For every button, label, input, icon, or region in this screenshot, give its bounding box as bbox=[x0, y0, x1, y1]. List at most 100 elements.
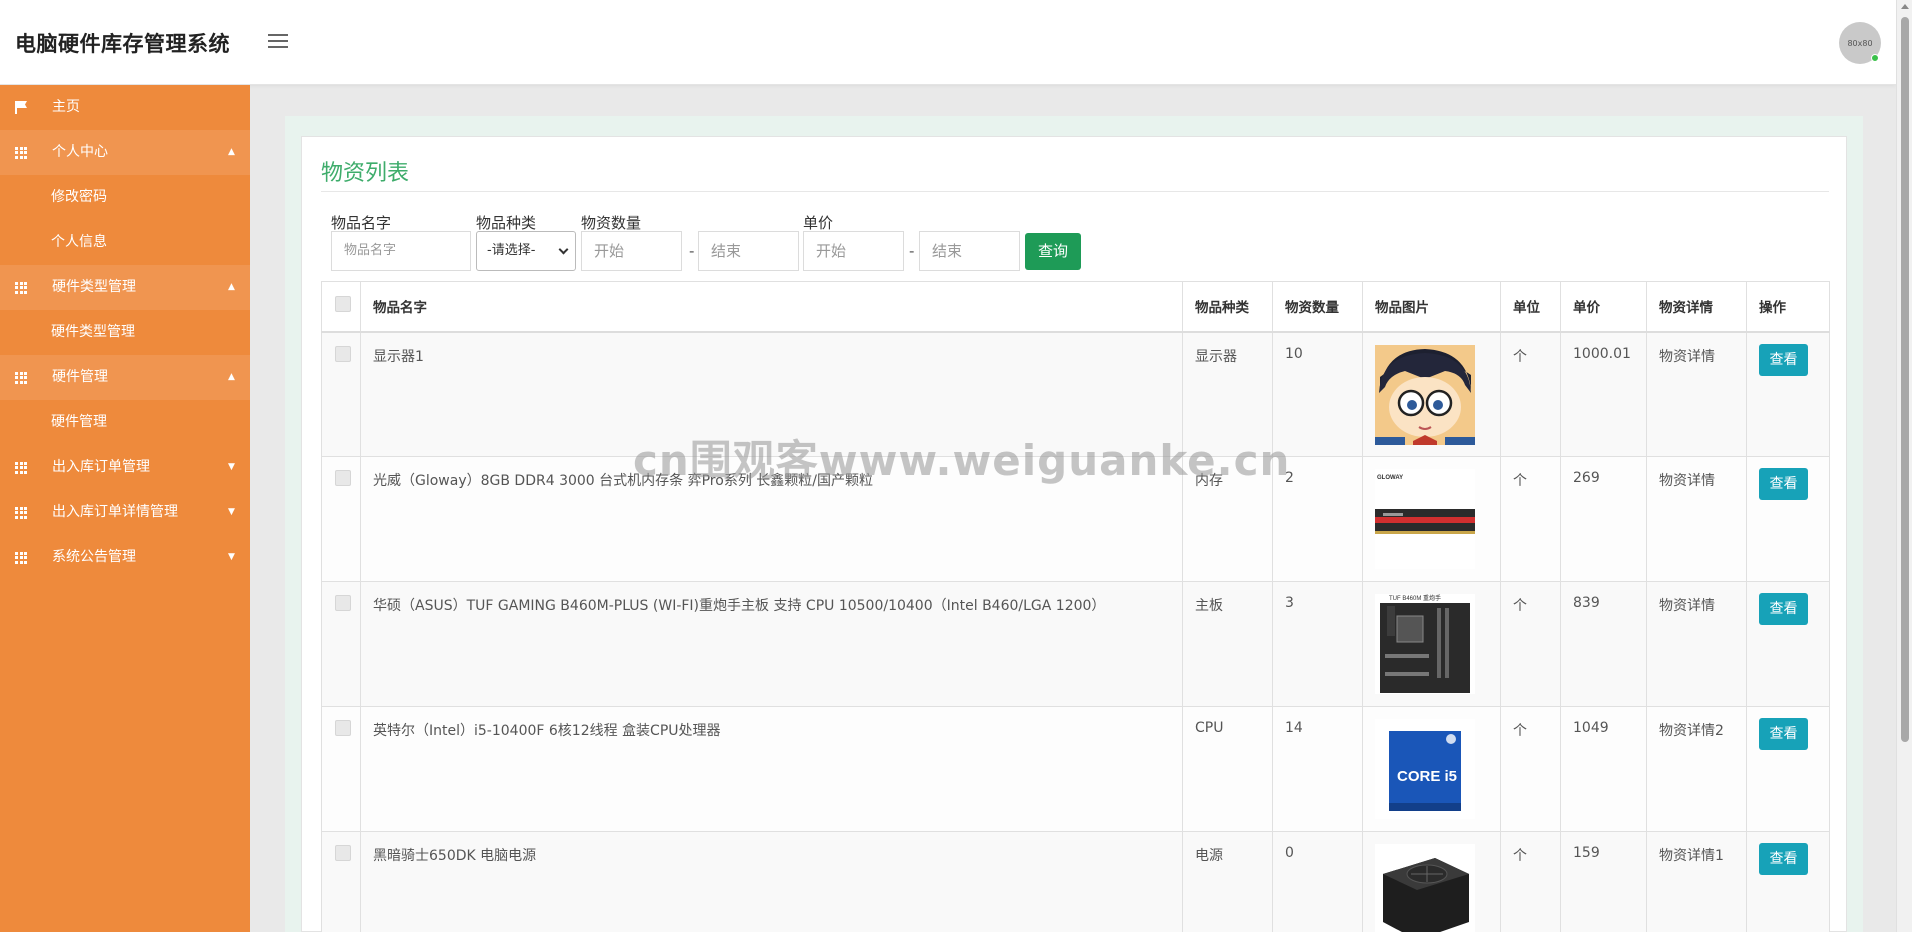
table-row: 英特尔（Intel）i5-10400F 6核12线程 盒装CPU处理器 CPU … bbox=[321, 706, 1830, 832]
table-header-row: 物品名字 物品种类 物资数量 物品图片 单位 单价 物资详情 操作 bbox=[321, 281, 1830, 333]
sidebar-item-personal-center[interactable]: 个人中心 ▲ bbox=[0, 130, 250, 175]
cell-action: 查看 bbox=[1746, 331, 1830, 457]
user-avatar[interactable]: 80x80 bbox=[1839, 22, 1881, 64]
filter-price-end-input[interactable]: 结束 bbox=[919, 231, 1020, 271]
top-header: 电脑硬件库存管理系统 80x80 bbox=[0, 0, 1896, 85]
grid-icon bbox=[15, 130, 29, 175]
product-image-ram: GLOWAY bbox=[1375, 469, 1475, 569]
caret-down-icon: ▼ bbox=[228, 507, 235, 517]
cell-image: TUF B460M 重炮手 bbox=[1362, 581, 1501, 707]
cell-image bbox=[1362, 331, 1501, 457]
cell-name: 光威（Gloway）8GB DDR4 3000 台式机内存条 弈Pro系列 长鑫… bbox=[360, 456, 1183, 582]
sidebar-item-stock-orders[interactable]: 出入库订单管理 ▼ bbox=[0, 445, 250, 490]
sidebar-item-announcements[interactable]: 系统公告管理 ▼ bbox=[0, 535, 250, 580]
view-button[interactable]: 查看 bbox=[1759, 718, 1808, 750]
cell-qty: 3 bbox=[1272, 581, 1363, 707]
menu-toggle-icon[interactable] bbox=[268, 34, 288, 50]
row-select-cell bbox=[321, 331, 361, 457]
select-all-checkbox[interactable] bbox=[335, 296, 351, 313]
cell-unit: 个 bbox=[1500, 456, 1561, 582]
cell-qty: 0 bbox=[1272, 831, 1363, 932]
page-scrollbar[interactable] bbox=[1896, 0, 1912, 932]
filter-price-start-input[interactable]: 开始 bbox=[803, 231, 904, 271]
main-content: 物资列表 物品名字 物品名字 物品种类 -请选择- 物资数量 开始 - 结束 单… bbox=[285, 116, 1863, 932]
caret-down-icon: ▼ bbox=[228, 462, 235, 472]
sidebar-item-label: 硬件管理 bbox=[52, 369, 108, 385]
filter-price-label: 单价 bbox=[803, 214, 834, 232]
sidebar-subitem-hardware-type[interactable]: 硬件类型管理 bbox=[0, 310, 250, 355]
filter-qty-start-input[interactable]: 开始 bbox=[581, 231, 682, 271]
filter-type-select[interactable]: -请选择- bbox=[476, 231, 576, 271]
sidebar-item-stock-order-details[interactable]: 出入库订单详情管理 ▼ bbox=[0, 490, 250, 535]
col-header-image: 物品图片 bbox=[1362, 281, 1501, 333]
cell-action: 查看 bbox=[1746, 706, 1830, 832]
caret-up-icon: ▲ bbox=[228, 282, 235, 292]
cell-type: 显示器 bbox=[1182, 331, 1273, 457]
cell-unit: 个 bbox=[1500, 331, 1561, 457]
cell-action: 查看 bbox=[1746, 831, 1830, 932]
row-checkbox[interactable] bbox=[335, 470, 351, 486]
caret-up-icon: ▲ bbox=[228, 147, 235, 157]
view-button[interactable]: 查看 bbox=[1759, 843, 1808, 875]
col-header-detail: 物资详情 bbox=[1646, 281, 1747, 333]
product-image-motherboard: TUF B460M 重炮手 bbox=[1375, 594, 1475, 694]
filter-name-label: 物品名字 bbox=[331, 214, 392, 232]
col-header-price: 单价 bbox=[1560, 281, 1647, 333]
sidebar-item-label: 系统公告管理 bbox=[52, 549, 136, 565]
avatar-placeholder-text: 80x80 bbox=[1847, 38, 1873, 48]
app-title: 电脑硬件库存管理系统 bbox=[15, 32, 230, 56]
materials-table: 物品名字 物品种类 物资数量 物品图片 单位 单价 物资详情 操作 显示器1 显… bbox=[321, 281, 1830, 932]
sidebar-item-label: 主页 bbox=[52, 99, 80, 115]
flag-icon bbox=[15, 85, 29, 130]
row-select-cell bbox=[321, 456, 361, 582]
view-button[interactable]: 查看 bbox=[1759, 468, 1808, 500]
row-checkbox[interactable] bbox=[335, 845, 351, 861]
query-button[interactable]: 查询 bbox=[1025, 233, 1081, 270]
filter-name-input[interactable]: 物品名字 bbox=[331, 231, 471, 271]
sidebar-item-hardware-mgmt[interactable]: 硬件管理 ▲ bbox=[0, 355, 250, 400]
cell-price: 1000.01 bbox=[1560, 331, 1647, 457]
cell-name: 黑暗骑士650DK 电脑电源 bbox=[360, 831, 1183, 932]
sidebar: 主页 个人中心 ▲ 修改密码 个人信息 硬件类型管理 ▲ 硬件类型管理 硬件管理… bbox=[0, 85, 250, 932]
cell-image bbox=[1362, 831, 1501, 932]
chevron-down-icon bbox=[558, 244, 569, 255]
page-title: 物资列表 bbox=[321, 161, 410, 186]
sidebar-subitem-hardware[interactable]: 硬件管理 bbox=[0, 400, 250, 445]
cell-name: 英特尔（Intel）i5-10400F 6核12线程 盒装CPU处理器 bbox=[360, 706, 1183, 832]
sidebar-item-hardware-type-mgmt[interactable]: 硬件类型管理 ▲ bbox=[0, 265, 250, 310]
product-image-cpu-box: CORE i5 bbox=[1375, 719, 1475, 819]
cell-action: 查看 bbox=[1746, 581, 1830, 707]
cell-detail: 物资详情 bbox=[1646, 456, 1747, 582]
sidebar-item-home[interactable]: 主页 bbox=[0, 85, 250, 130]
grid-icon bbox=[15, 490, 29, 535]
row-checkbox[interactable] bbox=[335, 595, 351, 611]
view-button[interactable]: 查看 bbox=[1759, 343, 1808, 376]
cell-price: 269 bbox=[1560, 456, 1647, 582]
row-checkbox[interactable] bbox=[335, 345, 351, 362]
view-button[interactable]: 查看 bbox=[1759, 593, 1808, 625]
cell-price: 1049 bbox=[1560, 706, 1647, 832]
cell-name: 华硕（ASUS）TUF GAMING B460M-PLUS (WI-FI)重炮手… bbox=[360, 581, 1183, 707]
table-row: 光威（Gloway）8GB DDR4 3000 台式机内存条 弈Pro系列 长鑫… bbox=[321, 456, 1830, 582]
caret-up-icon: ▲ bbox=[228, 372, 235, 382]
row-select-cell bbox=[321, 706, 361, 832]
cell-price: 839 bbox=[1560, 581, 1647, 707]
cell-action: 查看 bbox=[1746, 456, 1830, 582]
product-image-anime-portrait bbox=[1375, 344, 1475, 445]
table-row: 华硕（ASUS）TUF GAMING B460M-PLUS (WI-FI)重炮手… bbox=[321, 581, 1830, 707]
cell-detail: 物资详情 bbox=[1646, 331, 1747, 457]
sidebar-subitem-change-password[interactable]: 修改密码 bbox=[0, 175, 250, 220]
grid-icon bbox=[15, 535, 29, 580]
sidebar-subitem-personal-info[interactable]: 个人信息 bbox=[0, 220, 250, 265]
filter-qty-end-input[interactable]: 结束 bbox=[698, 231, 799, 271]
title-divider bbox=[321, 191, 1829, 192]
cell-qty: 2 bbox=[1272, 456, 1363, 582]
select-all-cell bbox=[321, 281, 361, 333]
scroll-up-arrow-icon[interactable] bbox=[1901, 4, 1909, 9]
range-dash: - bbox=[689, 242, 695, 260]
table-row: 黑暗骑士650DK 电脑电源 电源 0 个 159 物资详情1 查看 bbox=[321, 831, 1830, 932]
sidebar-item-label: 硬件类型管理 bbox=[52, 279, 136, 295]
row-checkbox[interactable] bbox=[335, 720, 351, 736]
scrollbar-thumb[interactable] bbox=[1901, 17, 1909, 742]
cell-image: GLOWAY bbox=[1362, 456, 1501, 582]
